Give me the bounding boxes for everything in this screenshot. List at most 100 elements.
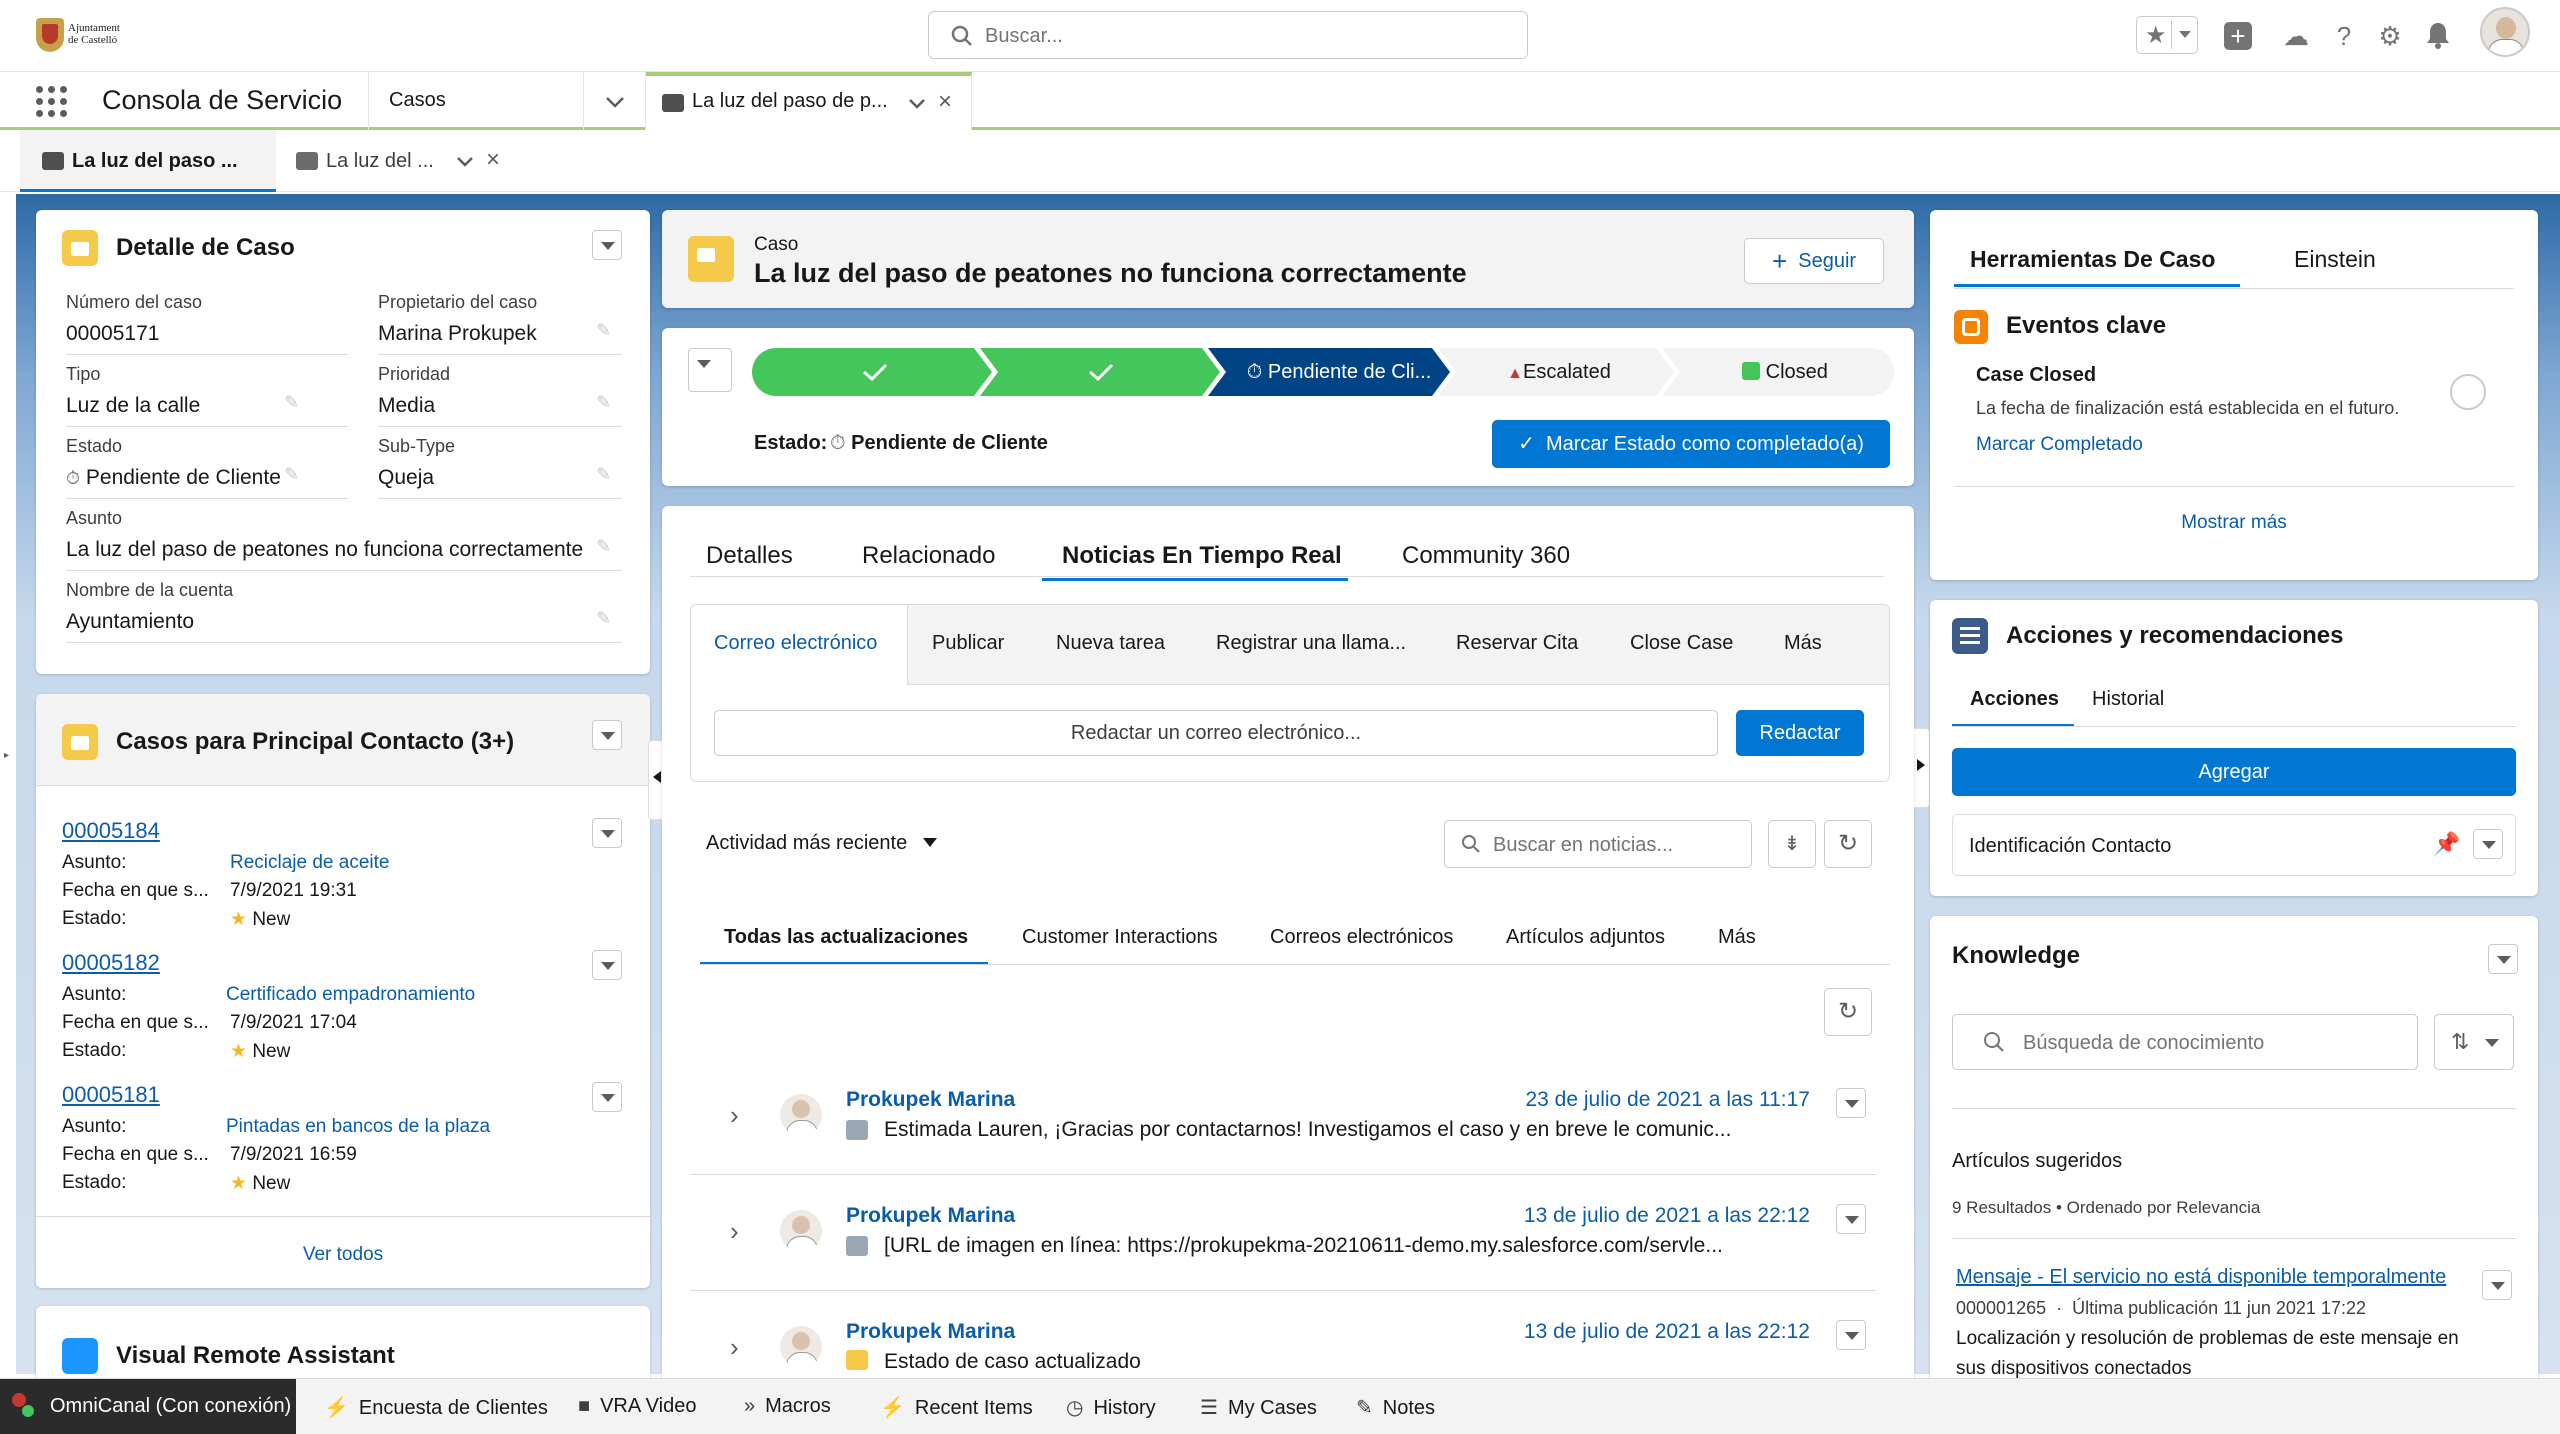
chevron-right-icon[interactable]: › (730, 1216, 739, 1247)
feed-item-menu-button[interactable] (1836, 1088, 1866, 1118)
subject-link[interactable]: Certificado empadronamiento (226, 984, 475, 1006)
help-icon[interactable]: ? (2328, 20, 2360, 52)
tab-historial[interactable]: Historial (2092, 688, 2164, 711)
tab-acciones[interactable]: Acciones (1970, 688, 2059, 711)
complete-radio[interactable] (2450, 374, 2486, 410)
utility-survey[interactable]: ⚡ Encuesta de Clientes (324, 1395, 548, 1420)
feed-author-link[interactable]: Prokupek Marina (846, 1088, 1015, 1112)
follow-button[interactable]: + Seguir (1744, 238, 1884, 284)
gear-icon[interactable]: ⚙ (2374, 20, 2406, 52)
global-actions-icon[interactable]: + (2222, 20, 2254, 52)
tab-case-tools[interactable]: Herramientas De Caso (1970, 246, 2215, 273)
org-logo[interactable]: Ajuntament de Castelló (36, 18, 132, 54)
account-link[interactable]: Ayuntamiento (66, 610, 194, 634)
feed-filter-all[interactable]: Todas las actualizaciones (724, 926, 968, 949)
add-button[interactable]: Agregar (1952, 748, 2516, 796)
edit-pencil-icon[interactable]: ✎ (284, 464, 299, 485)
feed-filter-more[interactable]: Más (1718, 926, 1756, 949)
close-icon[interactable]: × (486, 146, 500, 174)
left-panel-toggle[interactable]: ▸ (4, 750, 10, 761)
refresh-icon[interactable]: ↻ (1824, 988, 1872, 1036)
user-avatar[interactable] (780, 1210, 822, 1252)
feed-filter-attachments[interactable]: Artículos adjuntos (1506, 926, 1665, 949)
tab-relacionado[interactable]: Relacionado (862, 542, 995, 570)
edit-pencil-icon[interactable]: ✎ (596, 320, 611, 341)
view-all-link[interactable]: Ver todos (36, 1244, 650, 1266)
utility-notes[interactable]: ✎ Notes (1356, 1395, 1435, 1420)
close-icon[interactable]: × (938, 88, 952, 116)
tab-einstein[interactable]: Einstein (2294, 246, 2376, 273)
utility-my-cases[interactable]: ☰ My Cases (1200, 1395, 1317, 1420)
subtab-case-active[interactable]: La luz del paso ... (20, 130, 276, 192)
mark-complete-button[interactable]: ✓ Marcar Estado como completado(a) (1492, 420, 1890, 468)
workspace-tab-case[interactable]: La luz del paso de p... × (646, 72, 972, 130)
utility-vra-video[interactable]: ■ VRA Video (578, 1395, 696, 1418)
show-more-link[interactable]: Mostrar más (1930, 512, 2538, 534)
edit-pencil-icon[interactable]: ✎ (596, 464, 611, 485)
subtab-case-2[interactable]: La luz del ... × (276, 130, 526, 192)
publisher-action-task[interactable]: Nueva tarea (1056, 632, 1165, 655)
subject-link[interactable]: Pintadas en bancos de la plaza (226, 1116, 490, 1138)
utility-recent-items[interactable]: ⚡ Recent Items (880, 1395, 1033, 1420)
chevron-right-icon[interactable]: › (730, 1332, 739, 1363)
nav-menu-button[interactable] (584, 72, 646, 130)
publisher-action-close-case[interactable]: Close Case (1630, 632, 1733, 655)
card-menu-button[interactable] (592, 230, 622, 260)
card-menu-button[interactable] (2488, 944, 2518, 974)
related-case-link[interactable]: 00005184 (62, 818, 160, 844)
article-link[interactable]: Mensaje - El servicio no está disponible… (1956, 1266, 2446, 1289)
utility-macros[interactable]: » Macros (744, 1395, 831, 1418)
feed-item-menu-button[interactable] (1836, 1320, 1866, 1350)
tab-detalles[interactable]: Detalles (706, 542, 793, 570)
nav-item-casos[interactable]: Casos (368, 72, 584, 130)
publisher-action-post[interactable]: Publicar (932, 632, 1004, 655)
publisher-action-more[interactable]: Más (1784, 632, 1822, 655)
edit-pencil-icon[interactable]: ✎ (596, 392, 611, 413)
path-step-current[interactable]: ⏱ Pendiente de Cli... (1232, 348, 1446, 396)
row-menu-button[interactable] (592, 1082, 622, 1112)
publisher-action-appointment[interactable]: Reservar Cita (1456, 632, 1578, 655)
notification-bell-icon[interactable] (2422, 20, 2454, 52)
knowledge-search-input[interactable]: Búsqueda de conocimiento (1952, 1014, 2418, 1070)
feed-sort-dropdown[interactable]: Actividad más reciente (706, 832, 937, 855)
edit-pencil-icon[interactable]: ✎ (284, 392, 299, 413)
feed-item-menu-button[interactable] (1836, 1204, 1866, 1234)
sort-button[interactable]: ⇅ (2434, 1014, 2514, 1070)
feed-filter-emails[interactable]: Correos electrónicos (1270, 926, 1453, 949)
path-step-escalated[interactable]: ▲Escalated (1456, 348, 1662, 396)
path-toggle-button[interactable] (688, 348, 732, 392)
action-item-menu-button[interactable] (2473, 829, 2503, 859)
global-search-input[interactable]: Buscar... (928, 11, 1528, 59)
owner-link[interactable]: Marina Prokupek (378, 322, 537, 346)
row-menu-button[interactable] (592, 950, 622, 980)
refresh-icon[interactable]: ↻ (1824, 820, 1872, 868)
app-launcher-icon[interactable] (36, 86, 68, 118)
publisher-action-email[interactable]: Correo electrónico (714, 632, 877, 655)
omni-channel-button[interactable]: OmniCanal (Con conexión) (0, 1379, 296, 1434)
subject-link[interactable]: Reciclaje de aceite (230, 852, 389, 874)
utility-history[interactable]: ◷ History (1066, 1395, 1156, 1420)
chevron-right-icon[interactable]: › (730, 1100, 739, 1131)
compose-button[interactable]: Redactar (1736, 710, 1864, 756)
publisher-action-log-call[interactable]: Registrar una llama... (1216, 632, 1406, 655)
chevron-down-icon[interactable] (456, 156, 474, 168)
action-item[interactable]: Identificación Contacto 📌 (1952, 814, 2516, 876)
row-menu-button[interactable] (592, 818, 622, 848)
edit-pencil-icon[interactable]: ✎ (596, 608, 611, 629)
feed-date-link[interactable]: 13 de julio de 2021 a las 22:12 (1380, 1204, 1810, 1228)
card-menu-button[interactable] (592, 720, 622, 750)
related-case-link[interactable]: 00005182 (62, 950, 160, 976)
related-case-link[interactable]: 00005181 (62, 1082, 160, 1108)
user-avatar[interactable] (780, 1094, 822, 1136)
tab-community-360[interactable]: Community 360 (1402, 542, 1570, 570)
path-step-closed[interactable]: Closed (1680, 348, 1890, 396)
feed-date-link[interactable]: 23 de julio de 2021 a las 11:17 (1380, 1088, 1810, 1112)
collapse-all-icon[interactable]: ⇟ (1768, 820, 1816, 868)
mark-complete-link[interactable]: Marcar Completado (1976, 434, 2143, 456)
user-avatar[interactable] (2480, 7, 2530, 57)
article-menu-button[interactable] (2482, 1270, 2512, 1300)
feed-search-input[interactable]: Buscar en noticias... (1444, 820, 1752, 868)
favorites-button[interactable]: ★ (2136, 16, 2198, 54)
compose-email-input[interactable]: Redactar un correo electrónico... (714, 710, 1718, 756)
feed-filter-interactions[interactable]: Customer Interactions (1022, 926, 1218, 949)
